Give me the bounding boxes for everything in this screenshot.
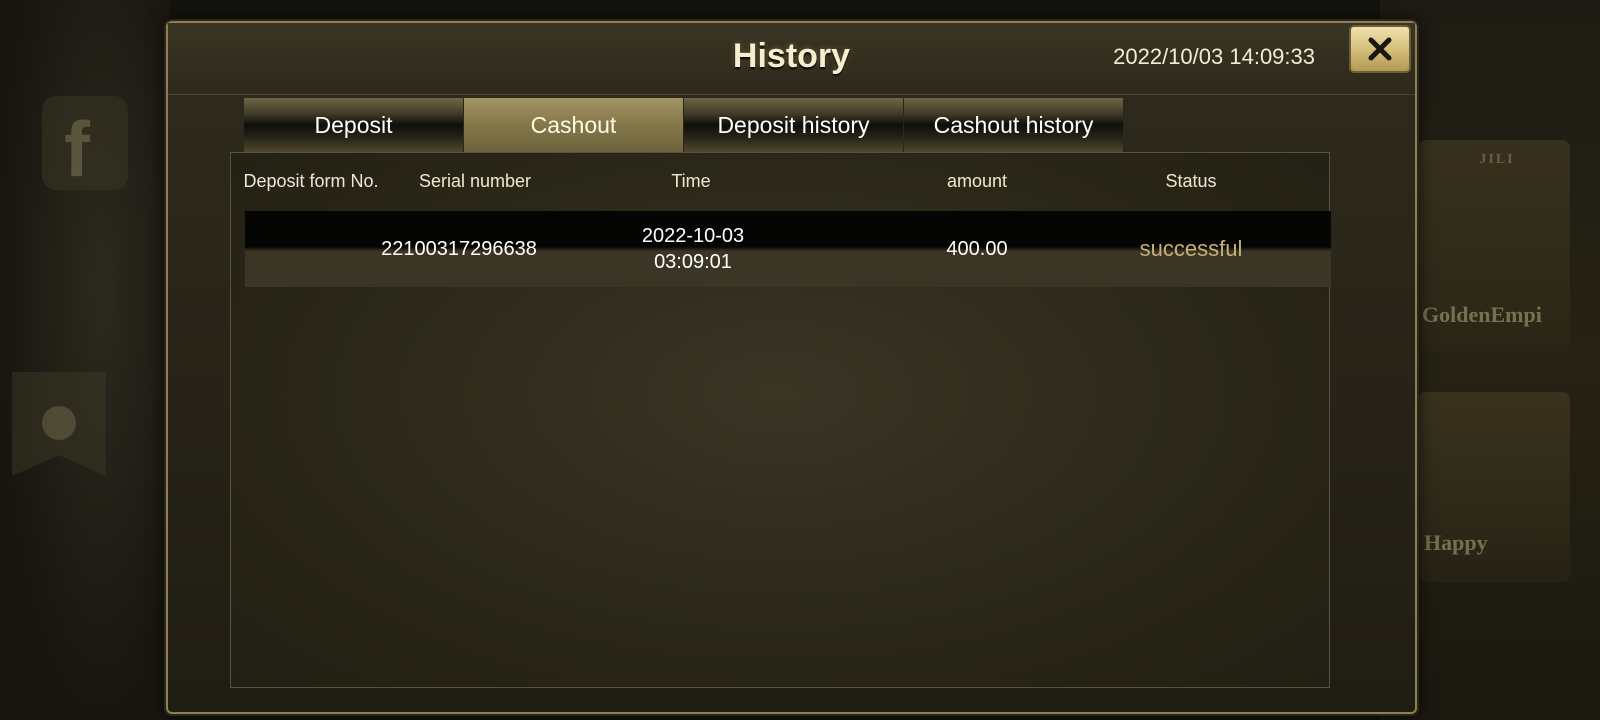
tab-label: Cashout history [933,111,1094,138]
column-header-status: Status [1165,171,1217,191]
tab-bar: Deposit Cashout Deposit history Cashout … [244,98,1124,152]
dialog-header: History 2022/10/03 14:09:33 [168,23,1415,95]
tab-label: Deposit [314,111,393,138]
game-label-golden-empire: GoldenEmpi [1422,302,1542,327]
table-header: Deposit form No. Serial number Time amou… [231,171,1329,199]
column-header-serial-number: Serial number [418,171,532,191]
close-button[interactable] [1349,25,1411,73]
tab-deposit-history[interactable]: Deposit history [684,98,904,152]
game-label-happy: Happy [1424,530,1488,555]
clock: 2022/10/03 14:09:33 [1113,44,1315,69]
tab-deposit[interactable]: Deposit [244,98,464,152]
cell-time-date: 2022-10-03 [641,225,745,247]
tab-cashout[interactable]: Cashout [464,98,684,152]
history-table-panel: Deposit form No. Serial number Time amou… [230,152,1331,688]
cell-time: 2022-10-03 03:09:01 [642,223,744,275]
tab-label: Cashout [530,111,617,138]
tab-cashout-history[interactable]: Cashout history [904,98,1124,152]
table-row[interactable]: 22100317296638 2022-10-03 03:09:01 400.0… [245,211,1331,287]
cell-time-clock: 03:09:01 [654,251,732,273]
facebook-icon: f [64,105,90,193]
close-icon [1368,37,1392,61]
history-dialog: History 2022/10/03 14:09:33 Deposit Cash… [166,21,1417,714]
column-header-time: Time [671,171,711,191]
column-header-deposit-form-no: Deposit form No. [243,171,379,191]
column-header-amount: amount [946,171,1008,191]
cell-status: successful [1139,236,1243,261]
banner-emblem-icon [42,406,76,440]
cell-serial-number: 22100317296638 [381,238,537,260]
jili-badge: JILI [1479,152,1515,167]
cell-amount: 400.00 [946,238,1008,260]
tab-label: Deposit history [717,111,870,138]
